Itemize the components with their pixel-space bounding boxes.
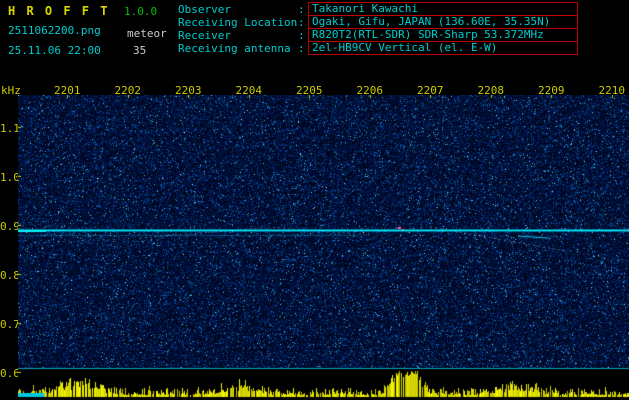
info-value: R820T2(RTL-SDR) SDR-Sharp 53.372MHz	[308, 28, 578, 42]
spectrogram-canvas	[18, 95, 629, 400]
info-row: Receiving Location: Ogaki, Gifu, JAPAN (1…	[178, 15, 578, 29]
freq-label: 1.1	[0, 122, 20, 135]
info-label: Observer	[178, 2, 231, 16]
info-colon: :	[298, 2, 305, 16]
info-label: Receiving antenna	[178, 41, 291, 55]
info-colon: :	[298, 28, 305, 42]
info-value: 2el-HB9CV Vertical (el. E-W)	[308, 41, 578, 55]
info-label: Receiver	[178, 28, 231, 42]
freq-label: 0.7	[0, 318, 20, 331]
info-value: Ogaki, Gifu, JAPAN (136.60E, 35.35N)	[308, 15, 578, 29]
sample-count: 35	[133, 44, 147, 57]
freq-label: 0.6	[0, 367, 20, 380]
datetime-label: 25.11.06 22:00	[8, 44, 101, 57]
observer-info-block: Observer: Takanori Kawachi Receiving Locat…	[178, 2, 578, 55]
output-filename: 2511062200.png	[8, 24, 101, 37]
info-row: Receiver: R820T2(RTL-SDR) SDR-Sharp 53.37…	[178, 28, 578, 42]
info-value: Takanori Kawachi	[308, 2, 578, 16]
info-row: Receiving antenna:2el-HB9CV Vertical (el…	[178, 41, 578, 55]
info-row: Observer: Takanori Kawachi	[178, 2, 578, 16]
mode-label: meteor	[127, 27, 167, 40]
hrofft-window: H R O F F T 1.0.0 2511062200.png meteor …	[0, 0, 629, 400]
info-label: Receiving Location	[178, 15, 298, 29]
info-colon: :	[298, 41, 305, 55]
info-colon: :	[298, 15, 305, 29]
freq-label: 0.9	[0, 220, 20, 233]
freq-label: 0.8	[0, 269, 20, 282]
freq-label: 1.0	[0, 171, 20, 184]
app-title: H R O F F T	[8, 4, 110, 18]
app-version: 1.0.0	[124, 5, 158, 18]
